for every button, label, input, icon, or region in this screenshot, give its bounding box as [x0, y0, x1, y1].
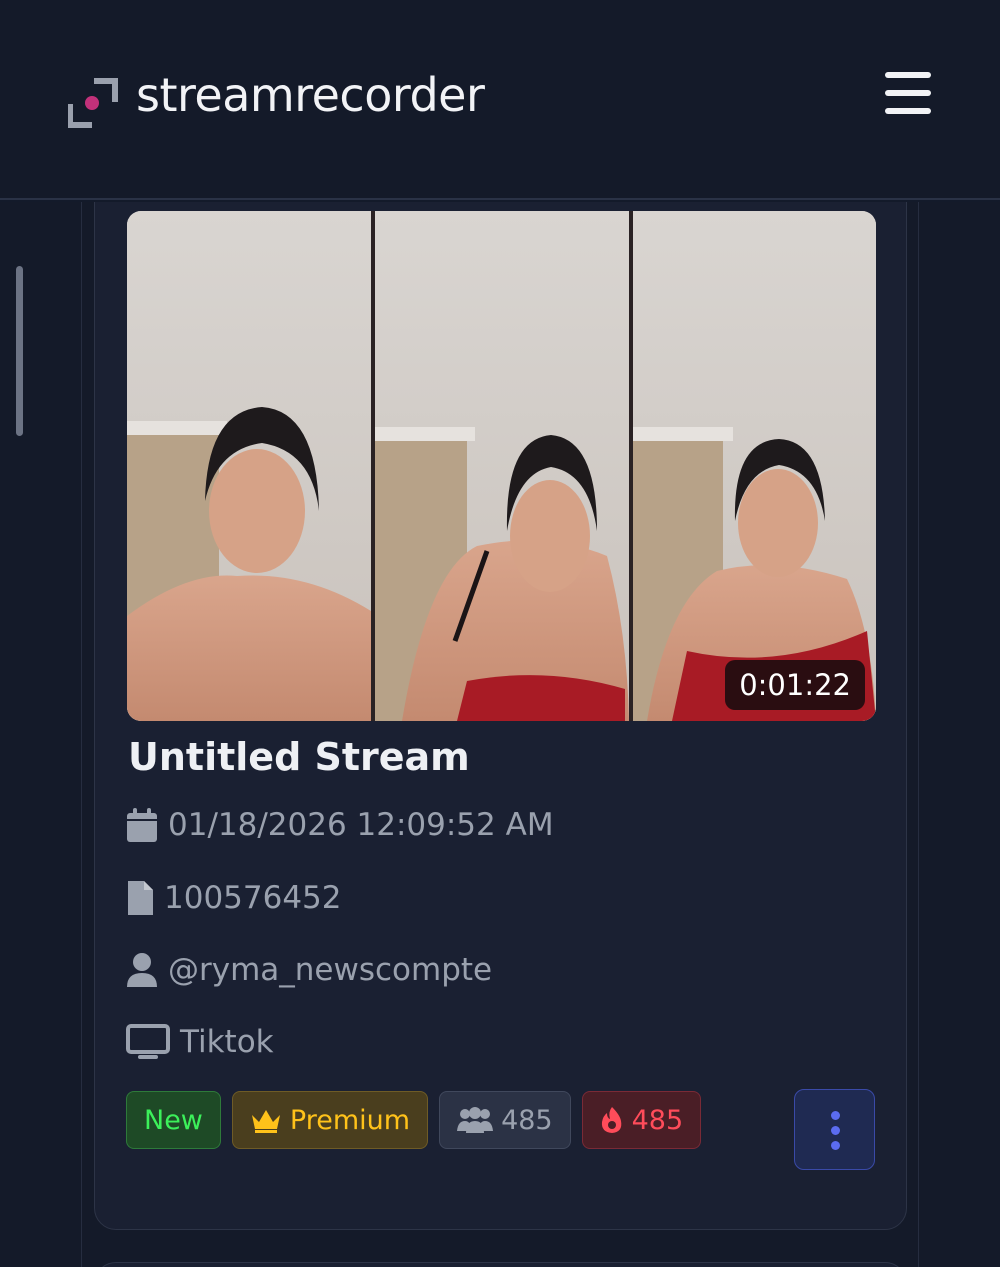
hot-badge: 485	[581, 1091, 702, 1149]
viewers-badge: 485	[439, 1091, 571, 1149]
viewers-count: 485	[501, 1104, 553, 1136]
stream-title[interactable]: Untitled Stream	[128, 735, 470, 779]
platform-name: Tiktok	[180, 1024, 274, 1060]
fire-icon	[601, 1107, 621, 1133]
brand-name[interactable]: streamrecorder	[136, 68, 485, 122]
file-icon	[128, 881, 153, 915]
tag-list: New Premium 485 485	[126, 1091, 712, 1149]
recording-date: 01/18/2026 12:09:52 AM	[168, 807, 554, 843]
next-stream-card[interactable]	[94, 1262, 907, 1267]
premium-badge: Premium	[231, 1091, 429, 1149]
new-badge-label: New	[144, 1104, 203, 1136]
scrollbar-thumb[interactable]	[16, 266, 23, 436]
file-id: 100576452	[164, 880, 342, 916]
calendar-icon	[127, 808, 157, 842]
left-scroll-area	[0, 202, 82, 1267]
user-icon	[127, 953, 157, 987]
new-badge: New	[126, 1091, 221, 1149]
streamrecorder-logo-icon[interactable]	[68, 78, 118, 128]
users-icon	[457, 1107, 494, 1133]
username[interactable]: @ryma_newscompte	[168, 952, 492, 988]
crown-icon	[251, 1110, 280, 1133]
thumbnail-image	[127, 211, 876, 721]
top-navigation-bar: streamrecorder	[0, 0, 1000, 200]
vertical-dots-icon[interactable]	[794, 1089, 875, 1170]
right-rail	[918, 202, 1000, 1267]
premium-badge-label: Premium	[289, 1104, 411, 1136]
stream-card[interactable]: 0:01:22 Untitled Stream 01/18/2026 12:09…	[94, 202, 907, 1230]
monitor-icon	[126, 1024, 170, 1059]
main-content: 0:01:22 Untitled Stream 01/18/2026 12:09…	[0, 202, 1000, 1267]
user-row[interactable]: @ryma_newscompte	[126, 952, 492, 988]
stream-thumbnail[interactable]: 0:01:22	[127, 211, 876, 721]
hot-count: 485	[631, 1104, 684, 1136]
hamburger-menu-icon[interactable]	[882, 70, 936, 116]
file-row: 100576452	[126, 880, 342, 916]
duration-badge: 0:01:22	[725, 660, 865, 710]
platform-row: Tiktok	[126, 1024, 274, 1060]
date-row: 01/18/2026 12:09:52 AM	[126, 807, 554, 843]
